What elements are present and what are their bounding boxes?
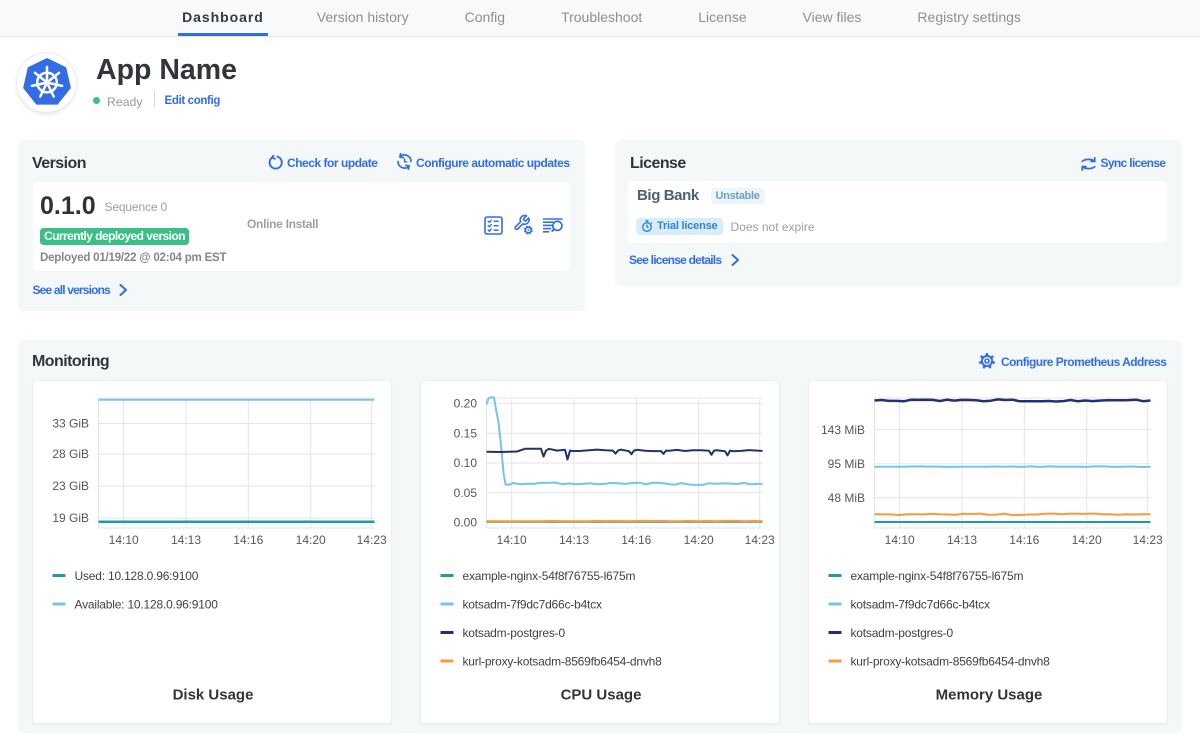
svg-text:0.20: 0.20 xyxy=(454,397,478,411)
svg-text:14:20: 14:20 xyxy=(1072,533,1102,547)
svg-text:14:13: 14:13 xyxy=(559,533,589,547)
svg-text:14:23: 14:23 xyxy=(357,533,387,547)
svg-text:kotsadm-postgres-0: kotsadm-postgres-0 xyxy=(463,626,566,640)
svg-text:Used: 10.128.0.96:9100: Used: 10.128.0.96:9100 xyxy=(75,569,199,583)
svg-text:143 MiB: 143 MiB xyxy=(821,423,865,437)
svg-text:Memory Usage: Memory Usage xyxy=(936,687,1043,704)
svg-text:kotsadm-7f9dc7d66c-b4tcx: kotsadm-7f9dc7d66c-b4tcx xyxy=(851,597,990,611)
svg-text:14:23: 14:23 xyxy=(745,533,775,547)
svg-text:95 MiB: 95 MiB xyxy=(828,457,865,471)
svg-text:Available: 10.128.0.96:9100: Available: 10.128.0.96:9100 xyxy=(75,597,219,611)
svg-text:14:10: 14:10 xyxy=(885,533,915,547)
svg-text:14:10: 14:10 xyxy=(497,533,527,547)
svg-text:14:16: 14:16 xyxy=(1009,533,1039,547)
svg-text:14:20: 14:20 xyxy=(684,533,714,547)
svg-text:28 GiB: 28 GiB xyxy=(52,447,89,461)
svg-text:0.00: 0.00 xyxy=(454,516,478,530)
svg-text:19 GiB: 19 GiB xyxy=(52,511,89,525)
svg-text:example-nginx-54f8f76755-l675m: example-nginx-54f8f76755-l675m xyxy=(463,569,636,583)
svg-text:33 GiB: 33 GiB xyxy=(52,417,89,431)
svg-text:Disk Usage: Disk Usage xyxy=(173,687,254,704)
svg-text:14:20: 14:20 xyxy=(296,533,326,547)
svg-text:14:16: 14:16 xyxy=(233,533,263,547)
svg-text:kurl-proxy-kotsadm-8569fb6454-: kurl-proxy-kotsadm-8569fb6454-dnvh8 xyxy=(851,654,1051,668)
svg-text:14:13: 14:13 xyxy=(171,533,201,547)
svg-text:0.10: 0.10 xyxy=(454,456,478,470)
svg-text:0.15: 0.15 xyxy=(454,426,478,440)
svg-text:kotsadm-postgres-0: kotsadm-postgres-0 xyxy=(851,626,954,640)
svg-text:0.05: 0.05 xyxy=(454,486,478,500)
svg-text:23 GiB: 23 GiB xyxy=(52,479,89,493)
svg-text:14:10: 14:10 xyxy=(109,533,139,547)
svg-text:14:13: 14:13 xyxy=(947,533,977,547)
svg-text:48 MiB: 48 MiB xyxy=(828,491,865,505)
svg-text:kurl-proxy-kotsadm-8569fb6454-: kurl-proxy-kotsadm-8569fb6454-dnvh8 xyxy=(463,654,663,668)
svg-text:example-nginx-54f8f76755-l675m: example-nginx-54f8f76755-l675m xyxy=(851,569,1024,583)
svg-text:14:23: 14:23 xyxy=(1133,533,1163,547)
svg-text:14:16: 14:16 xyxy=(621,533,651,547)
svg-text:kotsadm-7f9dc7d66c-b4tcx: kotsadm-7f9dc7d66c-b4tcx xyxy=(463,597,602,611)
svg-text:CPU Usage: CPU Usage xyxy=(561,687,642,704)
